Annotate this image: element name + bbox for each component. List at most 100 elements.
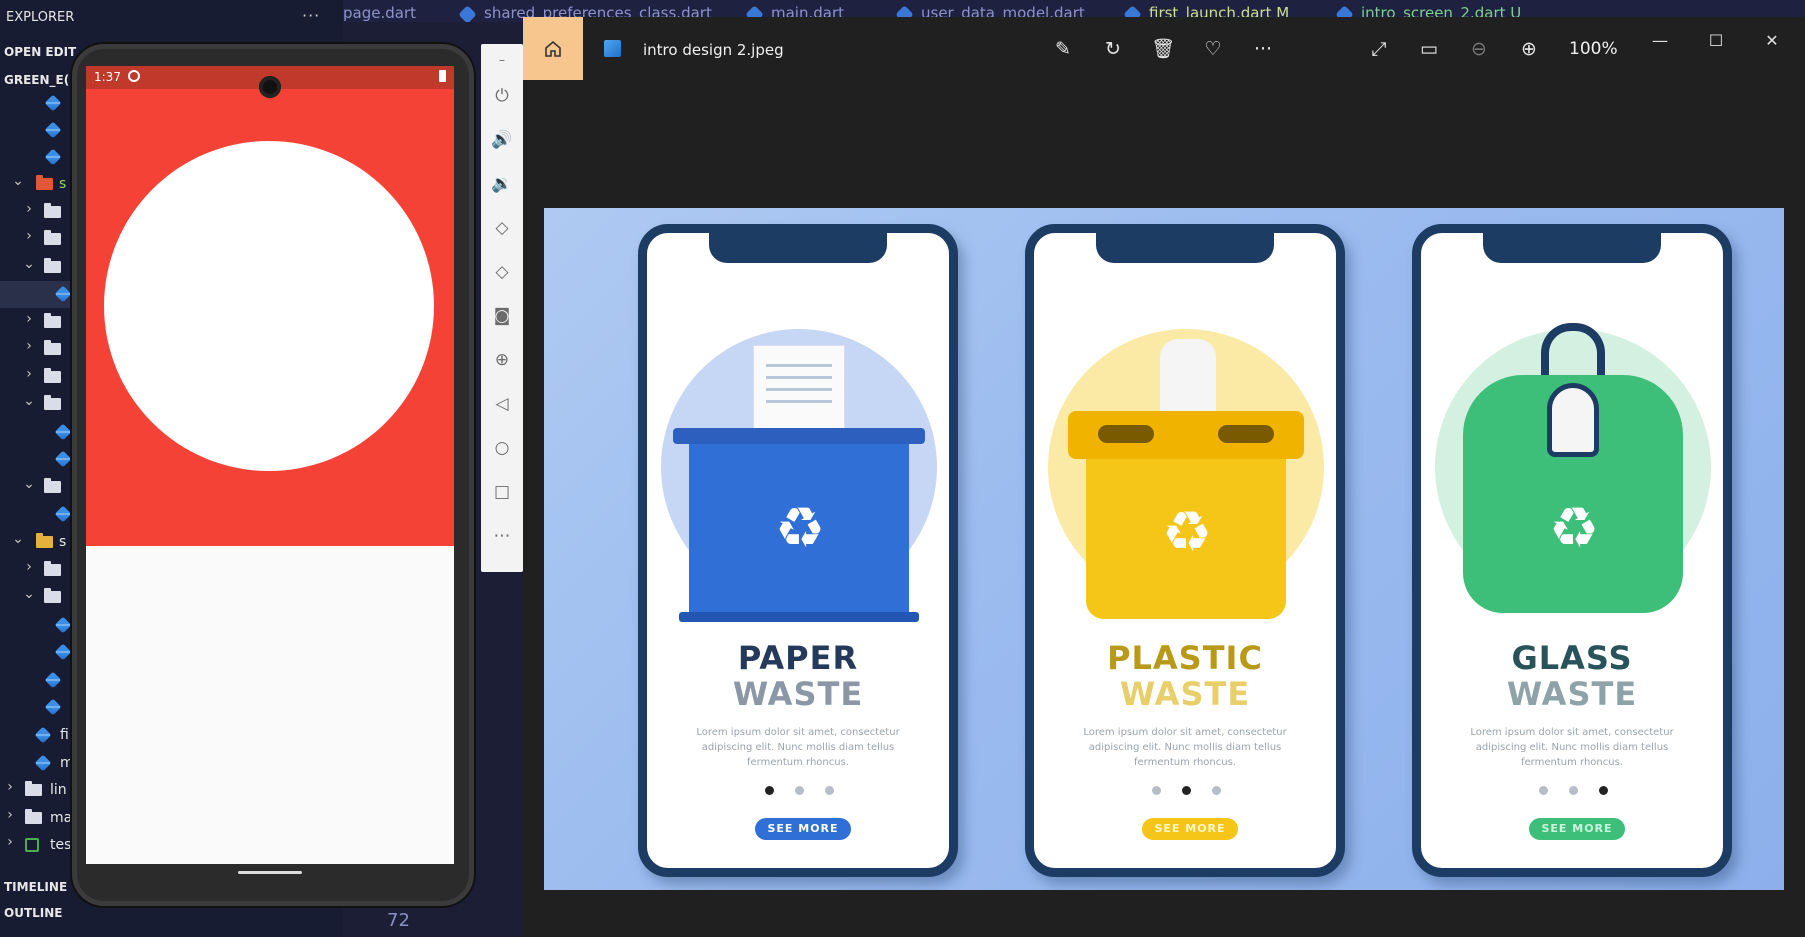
intro-hero: [86, 89, 454, 546]
overview-icon[interactable]: □: [490, 480, 514, 504]
dart-file-icon: [44, 94, 62, 112]
page-dots: [1539, 786, 1609, 796]
card-title-1: PLASTIC: [1107, 639, 1263, 677]
see-more-button: SEE MORE: [1529, 818, 1625, 840]
volume-up-icon[interactable]: 🔊: [490, 128, 514, 152]
folder-icon: [36, 175, 53, 190]
folder-open-icon: [44, 478, 61, 493]
chevron-down-icon: ⌄: [23, 476, 35, 492]
dart-file-icon: [54, 423, 72, 441]
dot-3: [1599, 786, 1608, 795]
dot-3: [825, 786, 834, 795]
outline-header[interactable]: OUTLINE: [4, 906, 62, 920]
dart-file-icon: [458, 5, 477, 22]
more-icon[interactable]: ···: [1251, 37, 1275, 61]
card-title-2: WASTE: [732, 675, 864, 713]
folder-open-icon: [44, 588, 61, 603]
status-time: 1:37: [94, 70, 121, 84]
recycle-icon: ♻: [1161, 500, 1213, 565]
home-icon[interactable]: ○: [490, 436, 514, 460]
zoom-in-icon[interactable]: ⊕: [1517, 37, 1541, 61]
sync-icon: [128, 70, 140, 82]
camera-icon[interactable]: ◙: [490, 304, 514, 328]
tree-label: s: [59, 534, 67, 550]
favorite-icon[interactable]: ♡: [1201, 37, 1225, 61]
gesture-pill[interactable]: [238, 871, 302, 874]
rotate-left-icon[interactable]: ◇: [490, 216, 514, 240]
mock-notch: [1096, 231, 1274, 263]
emulator-toolbar: – ⏻ 🔊 🔉 ◇ ◇ ◙ ⊕ ◁ ○ □ ⋯: [481, 44, 523, 572]
tree-label: fi: [60, 727, 69, 743]
back-icon[interactable]: ◁: [490, 392, 514, 416]
zoom-icon[interactable]: ⊕: [490, 348, 514, 372]
chevron-right-icon: ›: [26, 201, 32, 217]
zoom-out-icon[interactable]: ⊖: [1467, 37, 1491, 61]
edit-image-icon[interactable]: ✎: [1051, 37, 1075, 61]
folder-icon: [44, 561, 61, 576]
dart-file-icon: [34, 754, 52, 772]
dart-file-icon: [54, 450, 72, 468]
mock-phone-plastic: ♻ PLASTIC WASTE Lorem ipsum dolor sit am…: [1025, 224, 1345, 877]
dot-3: [1212, 786, 1221, 795]
power-icon[interactable]: ⏻: [490, 84, 514, 108]
card-body: Lorem ipsum dolor sit amet, consectetur …: [696, 727, 900, 768]
emulator-screen[interactable]: 1:37: [86, 66, 454, 864]
card-body: Lorem ipsum dolor sit amet, consectetur …: [1083, 727, 1287, 768]
volume-down-icon[interactable]: 🔉: [490, 172, 514, 196]
card-title-1: GLASS: [1511, 639, 1633, 677]
tab-page-dart[interactable]: page.dart: [343, 4, 416, 22]
dot-2: [1182, 786, 1191, 795]
dot-1: [1539, 786, 1548, 795]
close-icon[interactable]: ✕: [1757, 31, 1787, 55]
fit-icon[interactable]: ▭: [1417, 37, 1441, 61]
tree-label: ma: [50, 810, 73, 826]
bin-base: [679, 612, 919, 622]
dart-file-icon: [54, 616, 72, 634]
open-editors-header[interactable]: OPEN EDIT: [4, 45, 76, 59]
more-icon[interactable]: ⋯: [490, 524, 514, 548]
chevron-down-icon: ⌄: [12, 531, 24, 547]
chevron-right-icon: ›: [7, 807, 13, 823]
hero-image-circle: [104, 141, 434, 471]
test-folder-icon: [25, 838, 39, 852]
minimize-icon[interactable]: –: [490, 48, 514, 72]
bottle-icon: [1547, 383, 1599, 457]
bin-lid: [1068, 411, 1304, 459]
project-header[interactable]: GREEN_E(: [4, 73, 69, 87]
card-title-2: WASTE: [1119, 675, 1251, 713]
front-camera: [259, 76, 281, 98]
dart-file-icon: [44, 148, 62, 166]
home-button[interactable]: [523, 17, 583, 80]
folder-icon: [44, 313, 61, 328]
delete-icon[interactable]: 🗑: [1151, 37, 1175, 61]
chevron-down-icon: ⌄: [23, 393, 35, 409]
dart-file-icon: [44, 698, 62, 716]
recycle-icon: ♻: [774, 496, 826, 561]
zoom-level[interactable]: 100%: [1569, 39, 1618, 59]
folder-icon: [25, 781, 42, 796]
chevron-right-icon: ›: [26, 228, 32, 244]
photos-viewer: intro design 2.jpeg ✎ ↻ 🗑 ♡ ··· ⤢ ▭ ⊖ ⊕ …: [523, 17, 1805, 937]
mock-phone-paper: ♻ PAPER WASTE Lorem ipsum dolor sit amet…: [638, 224, 958, 877]
folder-icon: [44, 230, 61, 245]
mock-notch: [1483, 231, 1661, 263]
desktop: EXPLORER ··· OPEN EDIT GREEN_E( ⌄ s › › ⌄…: [0, 0, 1805, 937]
dart-file-icon: [54, 505, 72, 523]
chevron-right-icon: ›: [26, 559, 32, 575]
line-number: 72: [387, 910, 410, 931]
bin-handle: [1541, 323, 1605, 375]
chevron-right-icon: ›: [26, 311, 32, 327]
mock-phone-glass: ♻ GLASS WASTE Lorem ipsum dolor sit amet…: [1412, 224, 1732, 877]
fullscreen-icon[interactable]: ⤢: [1367, 37, 1391, 61]
folder-icon: [44, 340, 61, 355]
explorer-more-button[interactable]: ···: [302, 6, 320, 25]
maximize-icon[interactable]: ☐: [1701, 31, 1731, 55]
chevron-down-icon: ⌄: [12, 173, 24, 189]
minimize-icon[interactable]: —: [1645, 31, 1675, 55]
timeline-header[interactable]: TIMELINE: [4, 880, 67, 894]
folder-open-icon: [44, 258, 61, 273]
rotate-icon[interactable]: ↻: [1101, 37, 1125, 61]
card-body: Lorem ipsum dolor sit amet, consectetur …: [1470, 727, 1674, 768]
chevron-right-icon: ›: [7, 834, 13, 850]
rotate-right-icon[interactable]: ◇: [490, 260, 514, 284]
